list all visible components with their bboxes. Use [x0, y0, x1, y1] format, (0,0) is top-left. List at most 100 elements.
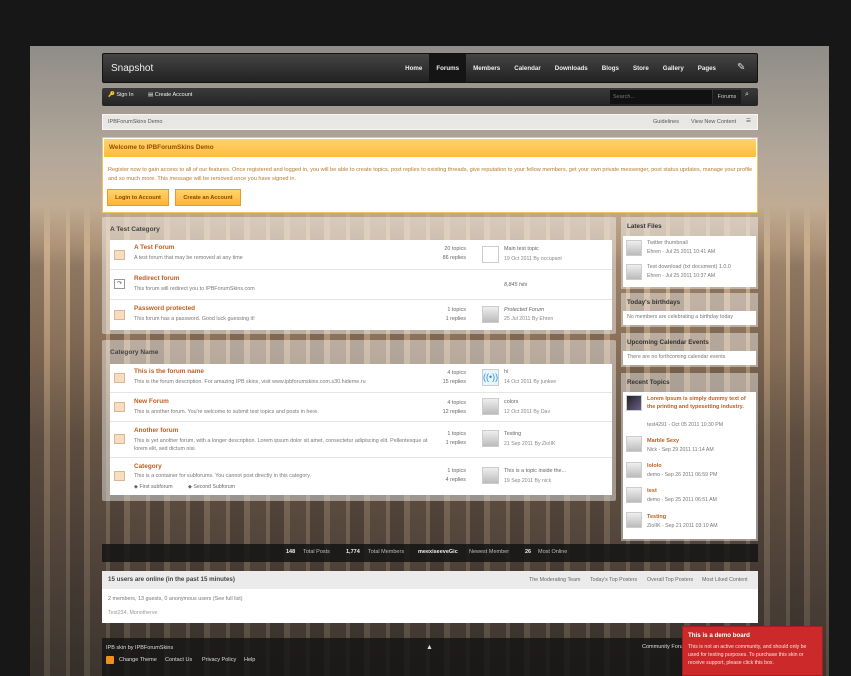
online-title: 15 users are online (in the past 15 minu…	[108, 576, 235, 583]
last-post-title[interactable]: Testing	[504, 431, 521, 437]
subforum-link[interactable]: ◆ Second Subforum	[188, 484, 235, 490]
avatar[interactable]	[626, 487, 642, 503]
avatar[interactable]	[626, 462, 642, 478]
community-forum-link[interactable]: Community Forum	[642, 644, 687, 650]
nav-gallery[interactable]: Gallery	[656, 54, 691, 82]
block-title: Today's birthdays	[627, 299, 681, 306]
avatar[interactable]	[482, 430, 499, 447]
topic-title[interactable]: Marble Sexy	[647, 438, 679, 444]
sign-in-link[interactable]: 🔑 Sign In	[108, 92, 134, 98]
nav-pages[interactable]: Pages	[691, 54, 723, 82]
forum-row: ↷ Redirect forum This forum will redirec…	[110, 270, 612, 300]
topic-meta: test4291 - Oct 05 2011 10:30 PM	[647, 422, 724, 428]
avatar[interactable]	[626, 512, 642, 528]
change-theme-link[interactable]: Change Theme	[119, 657, 157, 663]
nav-forums[interactable]: Forums	[429, 54, 467, 82]
search-input[interactable]: Search...	[610, 90, 712, 104]
forum-read-icon	[114, 250, 125, 260]
nav-blogs[interactable]: Blogs	[595, 54, 626, 82]
tab-overall-top-posters[interactable]: Overall Top Posters	[647, 577, 693, 583]
rss-icon[interactable]	[106, 656, 114, 664]
demo-board-notice[interactable]: This is a demo board This is not an acti…	[682, 626, 823, 676]
nav-members[interactable]: Members	[466, 54, 507, 82]
welcome-text: Register now to gain access to all of ou…	[108, 167, 753, 182]
avatar[interactable]	[626, 264, 642, 280]
help-link[interactable]: Help	[244, 657, 255, 663]
forum-name[interactable]: Redirect forum	[134, 275, 179, 282]
welcome-title: Welcome to IPBForumSkins Demo	[104, 139, 756, 157]
privacy-policy-link[interactable]: Privacy Policy	[202, 657, 236, 663]
list-icon[interactable]: ☰	[746, 118, 751, 124]
total-members-label: Total Members	[368, 549, 405, 555]
tab-moderating-team[interactable]: The Moderating Team	[529, 577, 580, 583]
forum-name[interactable]: Password protected	[134, 305, 195, 312]
tab-most-liked[interactable]: Most Liked Content	[702, 577, 748, 583]
last-post-title[interactable]: This is a topic inside the...	[504, 468, 566, 474]
tab-todays-top-posters[interactable]: Today's Top Posters	[590, 577, 637, 583]
last-post-title[interactable]: colors	[504, 399, 518, 405]
subforum-link[interactable]: ◆ First subforum	[134, 484, 173, 490]
file-name[interactable]: Test download (txt document) 1.0.0	[647, 264, 731, 270]
guidelines-link[interactable]: Guidelines	[653, 119, 679, 125]
key-icon: 🔑	[108, 92, 115, 98]
file-meta: Ehren - Jul 25 2011 10:41 AM	[647, 249, 716, 255]
forum-name[interactable]: This is the forum name	[134, 368, 204, 375]
skin-credit[interactable]: IPB skin by IPBForumSkins	[106, 645, 173, 651]
nav-home[interactable]: Home	[398, 54, 429, 82]
last-post-date: 12 Oct 2011 By Dav	[504, 409, 551, 415]
wifi-icon[interactable]: ((•))	[482, 369, 499, 386]
forum-desc: A test forum that may be removed at any …	[134, 255, 243, 261]
topic-title[interactable]: test	[647, 488, 657, 494]
last-post-date: 25 Jul 2011 By Ehren	[504, 316, 554, 322]
file-name[interactable]: Twitter thumbnail	[647, 240, 688, 246]
category-title[interactable]: Category Name	[110, 349, 158, 356]
last-post-title[interactable]: Protected Forum	[504, 307, 544, 313]
avatar[interactable]	[482, 398, 499, 415]
contact-us-link[interactable]: Contact Us	[165, 657, 192, 663]
see-full-list-link[interactable]: (See full list)	[213, 596, 243, 602]
main-nav: Home Forums Members Calendar Downloads B…	[398, 54, 723, 82]
most-online-label: Most Online	[538, 549, 568, 555]
avatar[interactable]	[626, 436, 642, 452]
create-account-button[interactable]: Create an Account	[175, 189, 241, 206]
avatar[interactable]	[626, 240, 642, 256]
create-account-link[interactable]: ▤ Create Account	[148, 92, 192, 98]
forum-list: A Test Forum A test forum that may be re…	[110, 240, 612, 330]
topic-meta: ZioIIK - Sep 21 2011 03:10 AM	[647, 523, 718, 529]
view-new-content-link[interactable]: View New Content	[691, 119, 736, 125]
avatar[interactable]	[482, 467, 499, 484]
page-background: Snapshot Home Forums Members Calendar Do…	[30, 46, 829, 676]
back-to-top-icon[interactable]: ▲	[426, 644, 433, 651]
topic-meta: demo - Sep 25 2011 06:51 AM	[647, 497, 717, 503]
newest-member[interactable]: meexiseeveGic	[418, 549, 458, 555]
welcome-box: Welcome to IPBForumSkins Demo Register n…	[102, 137, 758, 213]
forum-stats: 1 topics 1 replies	[445, 431, 466, 446]
document-icon: ▤	[148, 92, 154, 98]
forum-desc: This forum has a password. Good luck gue…	[134, 316, 255, 322]
forum-name[interactable]: Category	[134, 463, 162, 470]
search-icon[interactable]: ⌕	[745, 91, 749, 99]
forum-name[interactable]: Another forum	[134, 427, 178, 434]
nav-downloads[interactable]: Downloads	[548, 54, 595, 82]
breadcrumb-home[interactable]: IPBForumSkins Demo	[108, 119, 162, 125]
forum-name[interactable]: New Forum	[134, 398, 169, 405]
recent-topics-list: Lorem Ipsum is simply dummy text of the …	[623, 392, 756, 539]
nav-store[interactable]: Store	[626, 54, 656, 82]
last-post-title[interactable]: hi	[504, 369, 508, 375]
topic-title[interactable]: Lorem Ipsum is simply dummy text of the …	[647, 395, 755, 411]
forum-name[interactable]: A Test Forum	[134, 244, 174, 251]
nav-calendar[interactable]: Calendar	[507, 54, 547, 82]
theme-brush-icon[interactable]: ✎	[737, 62, 749, 74]
topic-title[interactable]: lololo	[647, 463, 662, 469]
login-button[interactable]: Login to Account	[107, 189, 169, 206]
search-scope-button[interactable]: Forums	[713, 90, 741, 104]
avatar[interactable]	[626, 395, 642, 411]
site-logo[interactable]: Snapshot	[111, 63, 153, 74]
calendar-events-block: Upcoming Calendar Events There are no fo…	[621, 333, 758, 367]
category-title[interactable]: A Test Category	[110, 226, 160, 233]
avatar[interactable]	[482, 246, 499, 263]
total-posts-count: 148	[286, 549, 296, 555]
topic-title[interactable]: Testing	[647, 514, 666, 520]
avatar[interactable]	[482, 306, 499, 323]
last-post-title[interactable]: Main test topic	[504, 246, 539, 252]
